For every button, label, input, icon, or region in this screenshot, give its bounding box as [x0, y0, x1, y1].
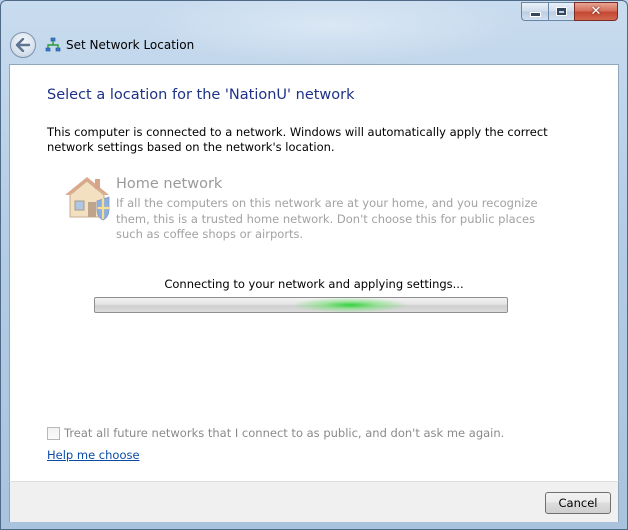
back-arrow-icon: [15, 38, 31, 52]
back-button[interactable]: [10, 32, 36, 58]
maximize-button[interactable]: [548, 2, 574, 21]
page-heading: Select a location for the 'NationU' netw…: [47, 87, 355, 103]
home-network-option-title: Home network: [116, 176, 223, 192]
progress-bar: [94, 297, 508, 313]
public-networks-option[interactable]: Treat all future networks that I connect…: [47, 426, 504, 440]
cancel-button[interactable]: Cancel: [545, 492, 611, 514]
dialog-window: ✕ Set Network Location Select a location…: [0, 0, 628, 530]
title-bar-background: [141, 1, 521, 63]
content-panel: Select a location for the 'NationU' netw…: [9, 64, 619, 481]
minimize-icon: [530, 13, 540, 16]
progress-indicator: [295, 298, 405, 312]
maximize-icon: [557, 8, 566, 15]
window-title: Set Network Location: [66, 38, 195, 52]
description-text: This computer is connected to a network.…: [47, 125, 548, 154]
public-networks-checkbox[interactable]: [47, 426, 60, 440]
status-text: Connecting to your network and applying …: [164, 277, 464, 291]
network-icon: [45, 37, 61, 52]
dialog-footer: Cancel: [9, 481, 619, 522]
caption-buttons: ✕: [521, 2, 618, 22]
help-me-choose-link[interactable]: Help me choose: [47, 448, 140, 462]
public-networks-checkbox-label[interactable]: Treat all future networks that I connect…: [64, 426, 504, 440]
close-button[interactable]: ✕: [574, 2, 618, 21]
home-network-icon: [65, 177, 110, 221]
home-network-option-description: If all the computers on this network are…: [116, 196, 538, 241]
close-icon: ✕: [590, 4, 602, 19]
minimize-button[interactable]: [521, 2, 548, 21]
